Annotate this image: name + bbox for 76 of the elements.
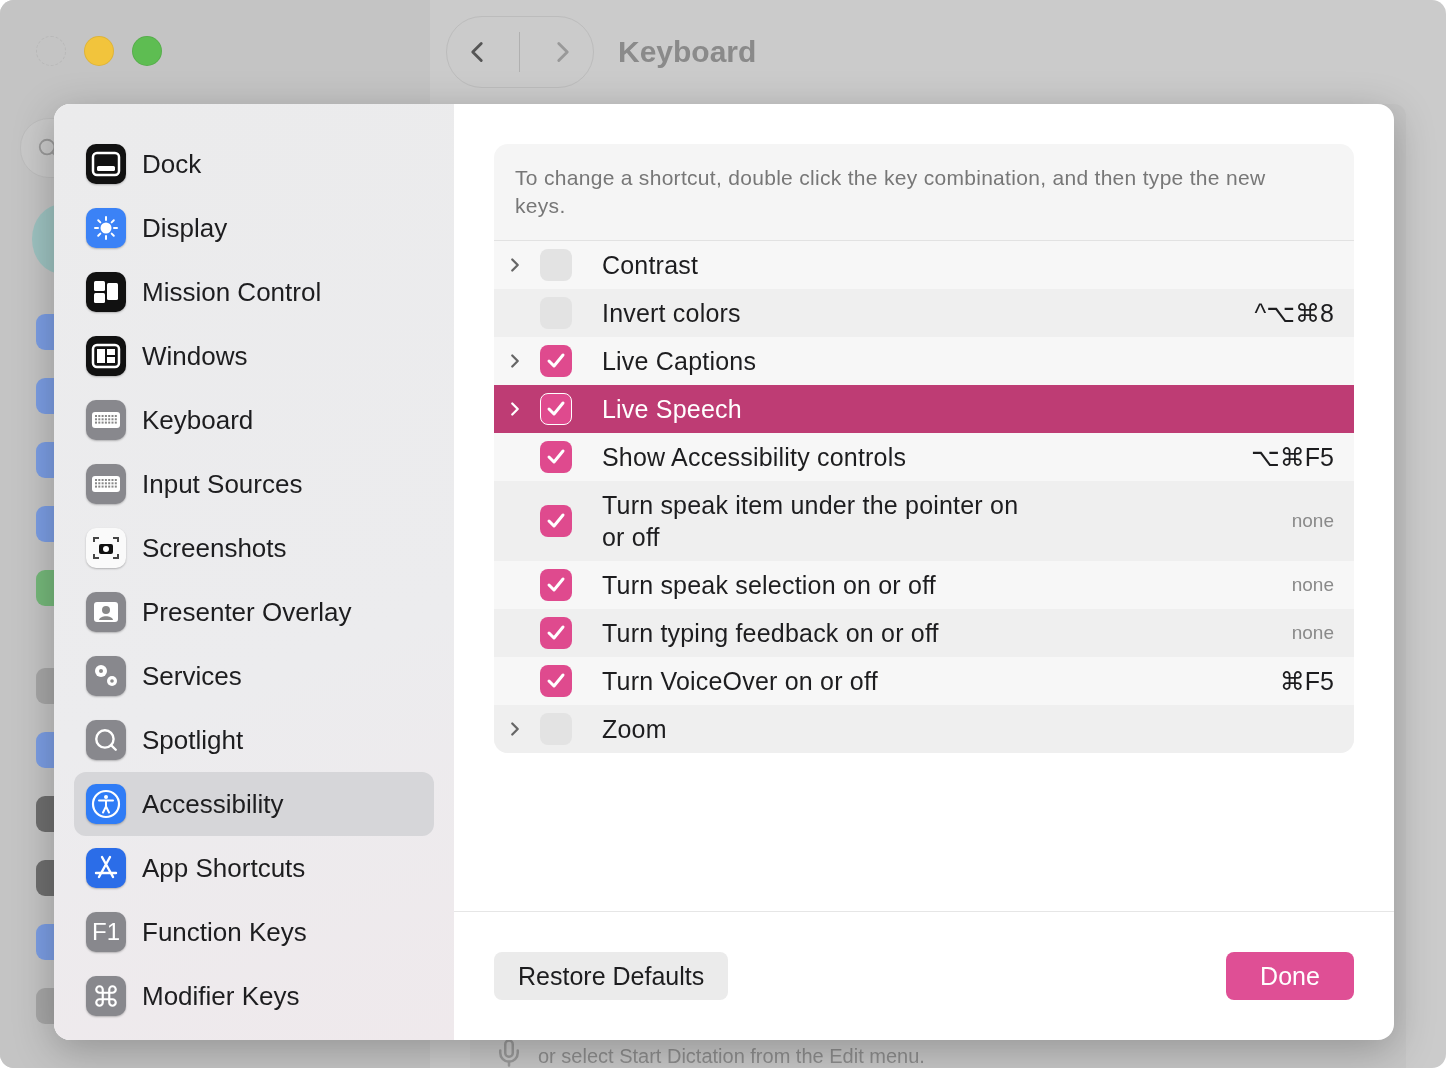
checkmark-icon [546,624,566,642]
shortcut-row[interactable]: Turn typing feedback on or off none [494,609,1354,657]
sidebar-item[interactable]: Mission Control [74,260,434,324]
shortcut-label: Contrast [602,250,700,281]
sidebar-item[interactable]: App Shortcuts [74,836,434,900]
sidebar-item[interactable]: Accessibility [74,772,434,836]
shortcut-row[interactable]: Turn speak item under the pointer on or off none [494,481,1354,561]
window-layout-icon [86,336,126,376]
sidebar-label: Screenshots [142,532,287,564]
shortcut-label: Live Captions [602,346,758,377]
key-combination[interactable]: ⌥⌘F5 [1251,442,1334,472]
shortcut-row[interactable]: Zoom [494,705,1354,753]
sidebar-label: Function Keys [142,916,307,948]
camera-icon [86,528,126,568]
restore-defaults-button[interactable]: Restore Defaults [494,952,729,1000]
sidebar-label: Presenter Overlay [142,596,352,628]
checkmark-icon [546,448,566,466]
function-key-icon: F1 [86,912,126,952]
sidebar-label: Spotlight [142,724,244,756]
keyboard-icon [86,464,126,504]
sidebar-label: Services [142,660,242,692]
sidebar-item[interactable]: Input Sources [74,452,434,516]
sidebar-item[interactable]: Screenshots [74,516,434,580]
sidebar-label: Accessibility [142,788,284,820]
shortcut-label: Invert colors [602,298,742,329]
sidebar-item[interactable]: Presenter Overlay [74,580,434,644]
checkbox[interactable] [540,441,572,473]
checkbox[interactable] [540,665,572,697]
checkmark-icon [546,400,566,418]
sidebar-label: Display [142,212,228,244]
sidebar-item[interactable]: Keyboard [74,388,434,452]
checkmark-icon [546,576,566,594]
sidebar-label: Dock [142,148,202,180]
sidebar-label: Keyboard [142,404,254,436]
key-combination[interactable]: ^⌥⌘8 [1254,298,1334,328]
sidebar-item[interactable]: Windows [74,324,434,388]
shortcut-label: Turn VoiceOver on or off [602,666,879,697]
sun-icon [86,208,126,248]
command-icon [86,976,126,1016]
window-title: Keyboard [618,35,757,69]
dock-icon [86,144,126,184]
key-combination[interactable]: ⌘F5 [1279,666,1334,696]
sidebar-label: Windows [142,340,248,372]
shortcut-label: Turn speak selection on or off [602,570,937,601]
checkbox[interactable] [540,569,572,601]
sidebar-label: App Shortcuts [142,852,306,884]
checkbox[interactable] [540,393,572,425]
search-icon [86,720,126,760]
sidebar-label: Input Sources [142,468,303,500]
keyboard-icon [86,400,126,440]
shortcut-row[interactable]: Live Speech [494,385,1354,433]
shortcut-label: Turn speak item under the pointer on or off [602,490,1020,553]
accessibility-icon [86,784,126,824]
done-button[interactable]: Done [1226,952,1354,1000]
sidebar-label: Modifier Keys [142,980,300,1012]
windows-icon [86,272,126,312]
shortcut-label: Live Speech [602,394,743,425]
sidebar-item[interactable]: Dock [74,132,434,196]
shortcut-row[interactable]: Invert colors ^⌥⌘8 [494,289,1354,337]
sidebar-label: Mission Control [142,276,322,308]
checkbox[interactable] [540,617,572,649]
shortcut-label: Show Accessibility controls [602,442,908,473]
person-icon [86,592,126,632]
shortcut-label: Turn typing feedback on or off [602,618,940,649]
checkmark-icon [546,512,566,530]
checkmark-icon [546,352,566,370]
sidebar-item[interactable]: Modifier Keys [74,964,434,1028]
sidebar-item[interactable]: Display [74,196,434,260]
sidebar-item[interactable]: Services [74,644,434,708]
app-store-icon [86,848,126,888]
sidebar-item[interactable]: Spotlight [74,708,434,772]
shortcut-label: Zoom [602,714,668,745]
checkmark-icon [546,672,566,690]
sidebar-item[interactable]: F1 Function Keys [74,900,434,964]
checkbox[interactable] [540,345,572,377]
checkbox[interactable] [540,505,572,537]
